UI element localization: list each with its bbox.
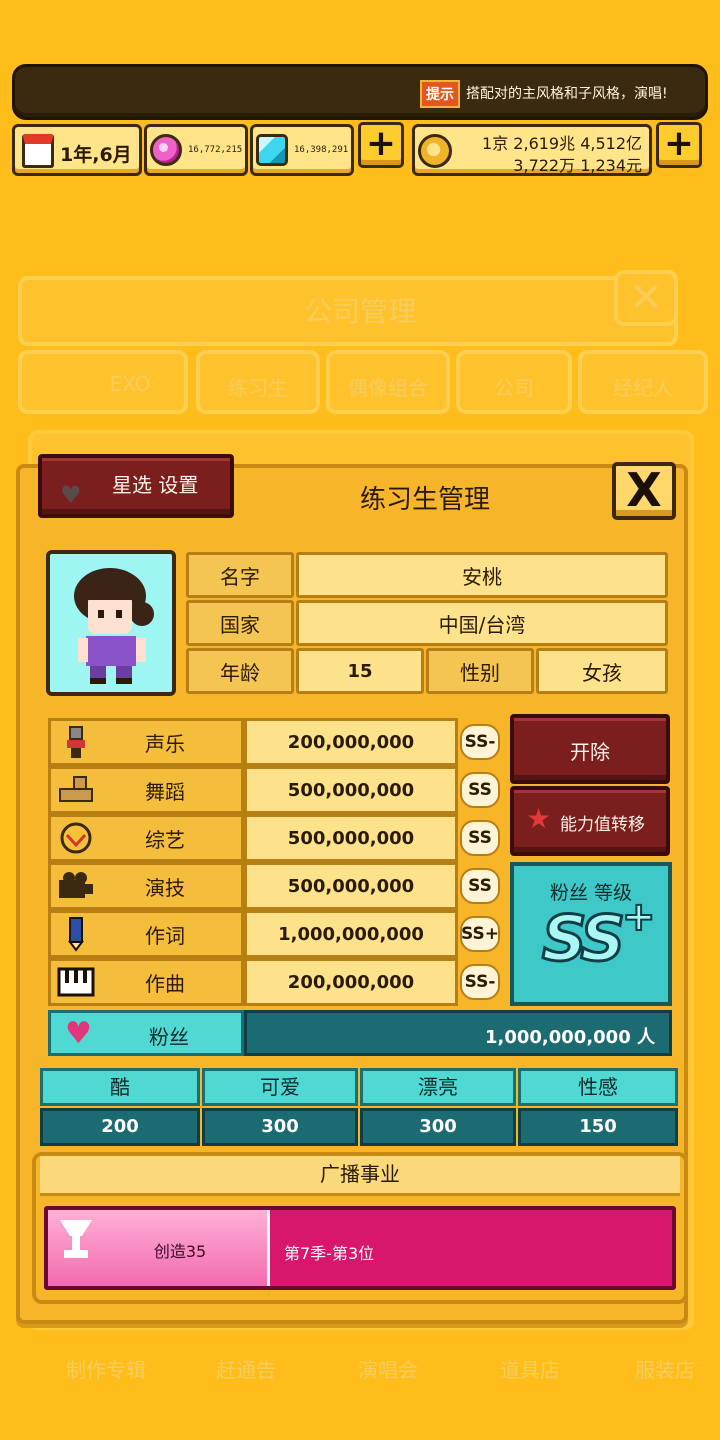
- country-label: 国家: [186, 600, 294, 646]
- blue-gem-count: 16,398,291: [294, 145, 349, 155]
- coin-icon: [418, 134, 452, 168]
- fans-value-cell: 1,000,000,000 人: [244, 1010, 672, 1056]
- broadcast-result: 第7季-第3位: [284, 1244, 375, 1263]
- stats-table: 声乐 200,000,000 SS- 舞蹈 500,000,000 SS 综艺 …: [48, 718, 508, 1014]
- calendar-icon: [22, 134, 54, 168]
- bg-nav-schedule: 赶通告: [216, 1358, 276, 1382]
- stat-grade: SS-: [460, 964, 500, 1000]
- tip-icon: 提示: [420, 80, 460, 108]
- attr-label: 可爱: [202, 1068, 358, 1106]
- broadcast-title: 广播事业: [40, 1156, 680, 1196]
- bg-nav-album: 制作专辑: [66, 1358, 146, 1382]
- stat-value: 200,000,000: [244, 958, 458, 1006]
- stat-grade: SS: [460, 772, 500, 808]
- gender-value: 女孩: [536, 648, 668, 694]
- stat-row-vocal: 声乐: [48, 718, 244, 766]
- stat-value: 500,000,000: [244, 814, 458, 862]
- name-label: 名字: [186, 552, 294, 598]
- stat-grade: SS+: [460, 916, 500, 952]
- stat-label: 作词: [145, 923, 185, 948]
- shoe-icon: [57, 771, 95, 809]
- stat-value: 1,000,000,000: [244, 910, 458, 958]
- stat-value: 500,000,000: [244, 862, 458, 910]
- attributes-table: 酷 可爱 漂亮 性感 200 300 300 150: [40, 1068, 678, 1148]
- bg-nav-concert: 演唱会: [358, 1358, 418, 1382]
- fan-grade-panel: 粉丝 等级 SS +: [510, 862, 672, 1006]
- money-line-1: 1京 2,619兆 4,512亿: [482, 134, 642, 153]
- heart-icon: ♥: [60, 481, 82, 509]
- stat-grade: SS: [460, 868, 500, 904]
- star-select-settings-label: 星选 设置: [112, 473, 199, 497]
- stat-label: 演技: [145, 875, 185, 900]
- attr-label: 性感: [518, 1068, 678, 1106]
- smile-badge-icon: [57, 819, 95, 857]
- name-value: 安桃: [296, 552, 668, 598]
- stat-grade: SS: [460, 820, 500, 856]
- stat-row-dance: 舞蹈: [48, 766, 244, 814]
- bg-tab-trainee-label: 练习生: [228, 376, 288, 400]
- stat-row-composition: 作曲: [48, 958, 244, 1006]
- piano-icon: [57, 963, 95, 1001]
- add-gems-button[interactable]: +: [358, 122, 404, 168]
- bg-tab-company-label: 公司: [494, 376, 534, 400]
- stat-label: 作曲: [145, 971, 185, 996]
- stat-value: 500,000,000: [244, 766, 458, 814]
- bg-nav-item-shop: 道具店: [500, 1358, 560, 1382]
- stat-grade: SS-: [460, 724, 500, 760]
- fans-value: 1,000,000,000 人: [484, 1027, 655, 1048]
- attr-label: 酷: [40, 1068, 200, 1106]
- star-icon: ★: [526, 802, 552, 835]
- trainee-sprite-icon: [74, 568, 154, 684]
- attr-value: 200: [40, 1108, 200, 1146]
- age-label: 年龄: [186, 648, 294, 694]
- pen-icon: [57, 915, 95, 953]
- modal-title: 练习生管理: [359, 485, 490, 515]
- attr-value: 300: [202, 1108, 358, 1146]
- stat-row-variety: 综艺: [48, 814, 244, 862]
- age-value: 15: [296, 648, 424, 694]
- broadcast-show: 创造35: [153, 1242, 207, 1261]
- attr-label: 漂亮: [360, 1068, 516, 1106]
- fans-label: 粉丝: [149, 1025, 189, 1049]
- bg-close-icon: ✕: [614, 270, 678, 326]
- attr-value: 300: [360, 1108, 516, 1146]
- dismiss-button[interactable]: 开除: [510, 714, 670, 784]
- attr-value: 150: [518, 1108, 678, 1146]
- heart-icon: ♥: [65, 1016, 92, 1051]
- bg-tab-group-label: 偶像组合: [348, 376, 428, 400]
- gender-label: 性别: [426, 648, 534, 694]
- microphone-icon: [57, 723, 95, 761]
- tip-text: 搭配对的主风格和子风格，演唱!: [466, 86, 668, 102]
- pink-gem-icon: [150, 134, 182, 166]
- fan-grade-plus: +: [621, 893, 656, 941]
- fans-label-cell: ♥ 粉丝: [48, 1010, 244, 1056]
- money-line-2: 3,722万 1,234元: [513, 156, 642, 175]
- close-button[interactable]: X: [612, 462, 676, 520]
- add-money-button[interactable]: +: [656, 122, 702, 168]
- stat-label: 舞蹈: [145, 779, 185, 804]
- bg-nav-costume-shop: 服装店: [635, 1358, 695, 1382]
- dismiss-label: 开除: [570, 740, 610, 764]
- pink-gem-count: 16,772,215: [188, 145, 243, 155]
- bg-bottom-nav: 制作专辑 赶通告 演唱会 道具店 服装店: [0, 1340, 720, 1440]
- date-text: 1年,6月: [60, 144, 132, 166]
- camera-icon: [57, 867, 95, 905]
- bg-tab-exo-label: EXO: [109, 372, 151, 396]
- stat-label: 声乐: [145, 731, 185, 756]
- stat-row-acting: 演技: [48, 862, 244, 910]
- bg-tab-manager-label: 经纪人: [613, 376, 673, 400]
- stat-value: 200,000,000: [244, 718, 458, 766]
- country-value: 中国/台湾: [296, 600, 668, 646]
- bg-title: 公司管理: [303, 295, 416, 328]
- transfer-stats-label: 能力值转移: [560, 815, 645, 835]
- stat-row-lyrics: 作词: [48, 910, 244, 958]
- transfer-stats-button[interactable]: ★ 能力值转移: [510, 786, 670, 856]
- trophy-icon: [56, 1216, 96, 1266]
- blue-gem-icon: [256, 134, 288, 166]
- star-select-settings-button[interactable]: ♥ 星选 设置: [38, 454, 234, 518]
- fan-grade-value: SS: [540, 901, 626, 977]
- stat-label: 综艺: [145, 827, 185, 852]
- trainee-avatar: [46, 550, 176, 696]
